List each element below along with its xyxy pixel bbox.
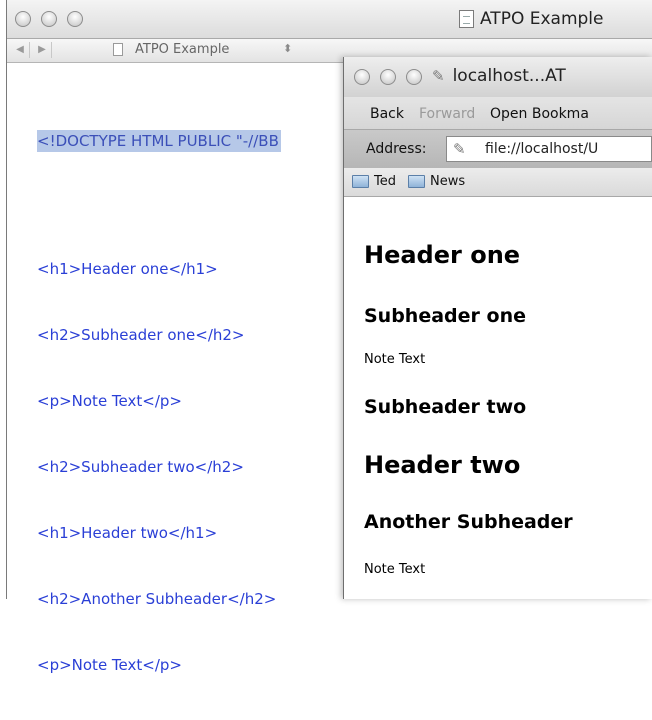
paragraph: Note Text <box>364 562 426 577</box>
doctype-line: <!DOCTYPE HTML PUBLIC "-//BB <box>37 130 281 152</box>
code-line: <h1>Header one</h1> <box>37 260 218 278</box>
browser-close-button[interactable] <box>354 69 370 85</box>
browser-title-text: localhost...AT <box>452 66 566 86</box>
browser-titlebar[interactable]: ✎ localhost...AT <box>344 57 652 97</box>
address-bar: Address: ✎ file://localhost/U <box>344 130 652 169</box>
code-line: <p>Note Text</p> <box>37 656 182 674</box>
code-line: <h2>Subheader one</h2> <box>37 326 245 344</box>
bookmark-ted[interactable]: Ted <box>352 174 396 189</box>
editor-title: ATPO Example <box>459 9 603 29</box>
paragraph: Note Text <box>364 352 426 367</box>
back-arrow-icon[interactable]: ◀ <box>11 42 30 58</box>
forward-arrow-icon[interactable]: ▶ <box>33 42 52 58</box>
heading-2: Subheader two <box>364 396 527 418</box>
heading-1: Header two <box>364 451 521 479</box>
forward-button[interactable]: Forward <box>419 106 475 122</box>
folder-icon <box>352 175 369 188</box>
link-icon: ✎ <box>453 140 466 158</box>
code-line: <h2>Subheader two</h2> <box>37 458 244 476</box>
browser-minimize-button[interactable] <box>380 69 396 85</box>
browser-zoom-button[interactable] <box>406 69 422 85</box>
editor-minimize-button[interactable] <box>41 11 57 27</box>
editor-zoom-button[interactable] <box>67 11 83 27</box>
code-line: <p>Note Text</p> <box>37 392 182 410</box>
link-icon: ✎ <box>432 67 445 85</box>
editor-title-text: ATPO Example <box>480 9 604 29</box>
document-icon <box>459 10 474 28</box>
browser-toolbar: Back Forward Open Bookma <box>344 97 652 130</box>
bookmark-label: Ted <box>374 174 396 189</box>
back-button[interactable]: Back <box>370 106 404 122</box>
bookmarks-bar: Ted News <box>344 168 652 197</box>
code-line: <h1>Header two</h1> <box>37 524 218 542</box>
heading-1: Header one <box>364 241 521 269</box>
heading-2: Subheader one <box>364 305 526 327</box>
code-line: <h2>Another Subheader</h2> <box>37 590 277 608</box>
bookmark-label: News <box>430 174 466 189</box>
editor-close-button[interactable] <box>15 11 31 27</box>
editor-titlebar[interactable]: ATPO Example <box>7 0 652 39</box>
browser-window: ✎ localhost...AT Back Forward Open Bookm… <box>343 57 652 599</box>
code-editor[interactable]: <!DOCTYPE HTML PUBLIC "-//BB <h1>Header … <box>37 86 281 720</box>
browser-title: ✎ localhost...AT <box>432 66 566 86</box>
address-label: Address: <box>366 141 427 157</box>
address-url: file://localhost/U <box>485 141 599 157</box>
address-input[interactable]: ✎ file://localhost/U <box>446 136 652 162</box>
heading-2: Another Subheader <box>364 511 573 533</box>
folder-icon <box>408 175 425 188</box>
document-icon <box>113 43 123 56</box>
document-popup[interactable]: ATPO Example <box>135 42 229 57</box>
open-bookmarks-button[interactable]: Open Bookma <box>490 106 589 122</box>
updown-arrows-icon[interactable]: ⬍ <box>283 42 292 55</box>
page-content: Header one Subheader one Note Text Subhe… <box>344 197 652 599</box>
bookmark-news[interactable]: News <box>408 174 465 189</box>
